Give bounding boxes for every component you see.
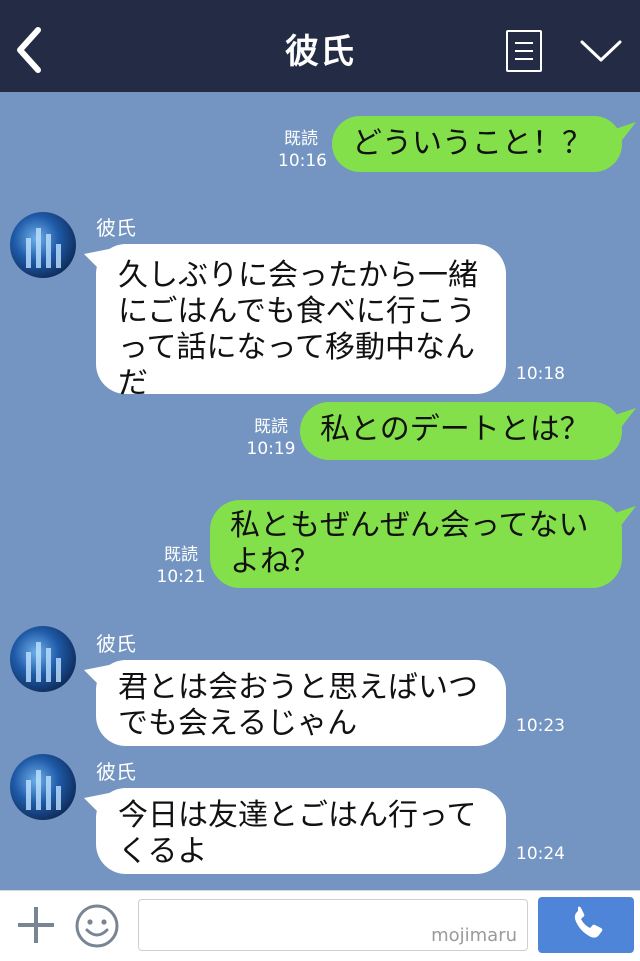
phone-icon (574, 906, 603, 938)
message-bubble[interactable]: 今日は友達とごはん行って くるよ (96, 788, 506, 874)
message-bubble[interactable]: 私とのデートとは？ (300, 402, 622, 460)
sender-name: 彼氏 (96, 632, 136, 656)
message-text: にごはんでも食べに行こう (118, 294, 476, 329)
chevron-down-icon (580, 40, 622, 62)
chat-header: 彼氏 (0, 0, 640, 92)
read-receipt: 既読 10:21 (156, 545, 206, 587)
message-text: どういうこと！？ (352, 126, 592, 161)
chat-title: 彼氏 (285, 32, 355, 72)
message-composer: mojimaru (0, 890, 640, 961)
sender-name: 彼氏 (96, 760, 136, 784)
message-bubble[interactable]: 久しぶりに会ったから一緒 にごはんでも食べに行こう って話になって移動中なん だ (96, 244, 506, 401)
message-input[interactable]: mojimaru (138, 899, 528, 951)
message-text: 久しぶりに会ったから一緒 (118, 258, 478, 293)
collapse-button[interactable] (576, 30, 626, 70)
message-text: くるよ (118, 834, 208, 869)
sender-name: 彼氏 (96, 216, 136, 240)
message-text: 君とは会おうと思えばいつ (118, 670, 478, 705)
message-text: 私ともぜんぜん会ってない (230, 508, 589, 543)
smiley-icon (75, 904, 119, 948)
read-receipt: 既読 10:19 (246, 417, 296, 459)
timestamp: 10:18 (516, 364, 565, 384)
timestamp: 10:24 (516, 844, 565, 864)
message-text: 今日は友達とごはん行って (118, 798, 477, 833)
avatar[interactable] (10, 212, 76, 278)
avatar[interactable] (10, 754, 76, 820)
message-text: よね？ (230, 544, 320, 579)
message-text: 私とのデートとは？ (320, 412, 590, 447)
watermark: mojimaru (431, 925, 517, 946)
message-list[interactable]: 既読 10:16 どういうこと！？ 彼氏 久しぶりに会ったから一緒 にごはんでも食… (0, 92, 640, 890)
message-text: だ (118, 366, 148, 401)
message-bubble[interactable]: 私ともぜんぜん会ってない よね？ (210, 500, 622, 588)
message-text: でも会えるじゃん (118, 706, 358, 741)
call-button[interactable] (538, 897, 634, 953)
avatar[interactable] (10, 626, 76, 692)
message-bubble[interactable]: どういうこと！？ (332, 116, 622, 172)
read-receipt: 既読 10:16 (278, 129, 327, 171)
menu-icon[interactable] (506, 30, 542, 72)
plus-icon (18, 907, 54, 943)
emoji-button[interactable] (74, 903, 120, 949)
timestamp: 10:23 (516, 716, 565, 736)
message-text: って話になって移動中なん (118, 330, 475, 365)
message-bubble[interactable]: 君とは会おうと思えばいつ でも会えるじゃん (96, 660, 506, 746)
add-button[interactable] (16, 905, 56, 945)
